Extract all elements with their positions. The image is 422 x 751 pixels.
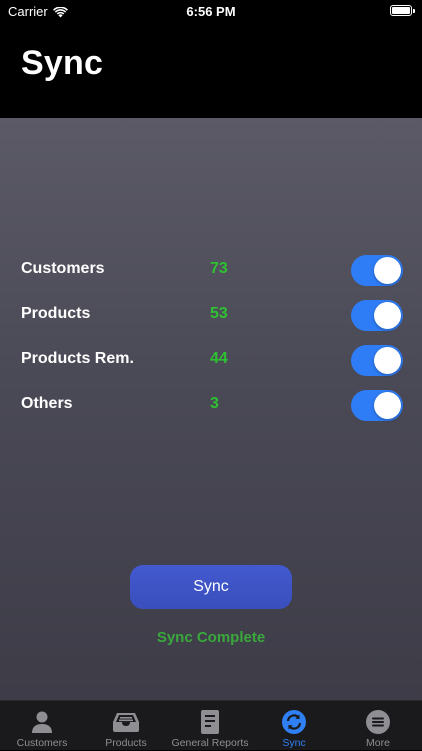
status-bar: Carrier 6:56 PM [0,0,422,24]
others-toggle[interactable] [351,390,403,421]
products-rem-toggle[interactable] [351,345,403,376]
tab-sync[interactable]: Sync [252,701,336,751]
sync-status-text: Sync Complete [156,629,266,646]
tab-customers[interactable]: Customers [0,701,84,751]
sync-row-others: Others 3 [0,387,422,423]
toggle-knob [374,392,401,419]
products-toggle[interactable] [351,300,403,331]
sync-row-label: Customers [21,260,105,277]
sync-row-count: 44 [210,350,228,367]
sync-row-label: Products Rem. [21,350,134,367]
tab-label: Products [105,737,147,749]
toggle-knob [374,257,401,284]
sync-icon [252,709,336,735]
tab-label: More [366,737,390,749]
tab-products[interactable]: Products [84,701,168,751]
tab-label: General Reports [171,737,249,749]
sync-button[interactable]: Sync [130,565,292,609]
sync-row-customers: Customers 73 [0,252,422,288]
customers-toggle[interactable] [351,255,403,286]
tab-bar: Customers Products General Reports Sync … [0,700,422,750]
tab-general-reports[interactable]: General Reports [168,701,252,751]
sync-row-products: Products 53 [0,297,422,333]
more-icon [336,709,420,735]
tab-label: Sync [282,737,306,749]
sync-row-label: Products [21,305,91,322]
sync-row-count: 3 [210,395,219,412]
page-title: Sync [21,44,104,82]
toggle-knob [374,347,401,374]
toggle-knob [374,302,401,329]
tab-label: Customers [16,737,68,749]
sync-row-products-rem: Products Rem. 44 [0,342,422,378]
sync-row-label: Others [21,395,73,412]
person-icon [0,709,84,735]
sync-row-count: 53 [210,305,228,322]
sync-row-count: 73 [210,260,228,277]
battery-icon [390,5,415,16]
tray-icon [84,709,168,735]
document-icon [168,709,252,735]
tab-more[interactable]: More [336,701,420,751]
sync-content: Customers 73 Products 53 Products Rem. 4… [0,118,422,700]
status-time: 6:56 PM [186,4,236,19]
